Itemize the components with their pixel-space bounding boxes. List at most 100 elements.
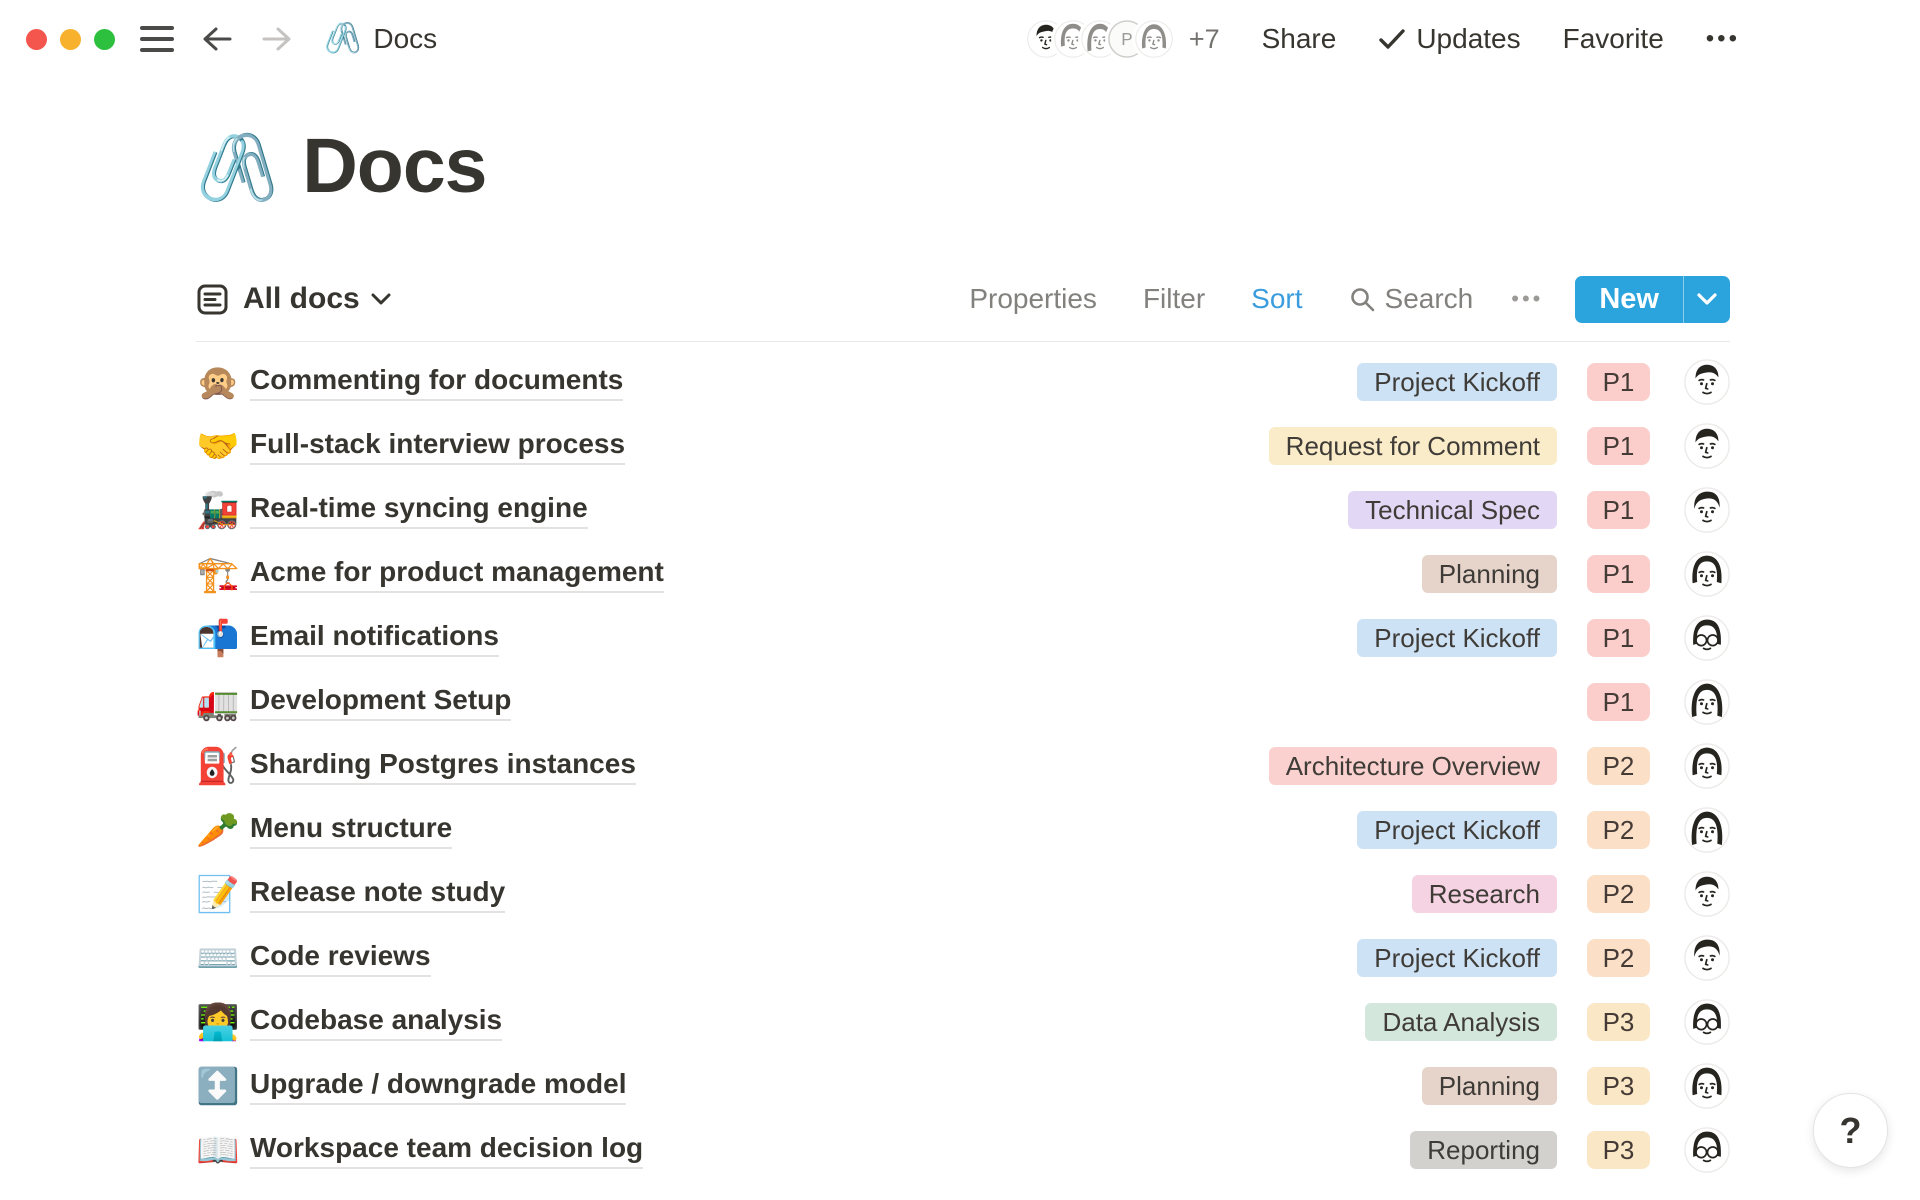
collaborator-avatar[interactable] <box>1135 20 1173 58</box>
doc-type-cell: Planning <box>1422 1067 1557 1105</box>
assignee-avatar[interactable] <box>1684 359 1730 405</box>
search-button[interactable]: Search <box>1349 283 1474 315</box>
priority-badge[interactable]: P1 <box>1587 619 1650 657</box>
doc-type-tag[interactable]: Project Kickoff <box>1357 619 1557 657</box>
doc-title-link[interactable]: Sharding Postgres instances <box>250 748 636 785</box>
table-row[interactable]: 🏗️Acme for product managementPlanningP1 <box>196 542 1730 606</box>
priority-badge[interactable]: P1 <box>1587 491 1650 529</box>
table-row[interactable]: 🤝Full-stack interview processRequest for… <box>196 414 1730 478</box>
doc-emoji-icon: ⌨️ <box>196 941 250 976</box>
checkmark-icon <box>1378 27 1406 51</box>
collaborator-overflow-count[interactable]: +7 <box>1189 24 1220 55</box>
assignee-avatar[interactable] <box>1684 679 1730 725</box>
doc-title-link[interactable]: Full-stack interview process <box>250 428 625 465</box>
table-row[interactable]: 🚛Development Setup P1 <box>196 670 1730 734</box>
collaborator-avatar-stack[interactable]: P <box>1027 20 1173 58</box>
table-row[interactable]: ⌨️Code reviews Project Kickoff P2 <box>196 926 1730 990</box>
assignee-avatar[interactable] <box>1684 615 1730 661</box>
doc-title-link[interactable]: Release note study <box>250 876 505 913</box>
priority-badge[interactable]: P2 <box>1587 747 1650 785</box>
table-row[interactable]: 🥕Menu structure Project Kickoff P2 <box>196 798 1730 862</box>
doc-type-tag[interactable]: Request for Comment <box>1269 427 1557 465</box>
doc-emoji-icon: ⛽ <box>196 749 250 784</box>
assignee-avatar[interactable] <box>1684 807 1730 853</box>
doc-type-tag[interactable]: Reporting <box>1410 1131 1557 1169</box>
doc-type-tag[interactable]: Technical Spec <box>1348 491 1557 529</box>
table-row[interactable]: 🚂Real-time syncing engine Technical Spec P… <box>196 478 1730 542</box>
chevron-down-icon <box>370 292 392 306</box>
updates-button[interactable]: Updates <box>1378 23 1520 55</box>
assignee-avatar[interactable] <box>1684 1127 1730 1173</box>
doc-title-link[interactable]: Code reviews <box>250 940 431 977</box>
assignee-avatar[interactable] <box>1684 423 1730 469</box>
help-button[interactable]: ? <box>1813 1093 1888 1168</box>
priority-badge[interactable]: P2 <box>1587 811 1650 849</box>
priority-badge[interactable]: P1 <box>1587 363 1650 401</box>
toolbar-more-icon[interactable]: ••• <box>1511 286 1543 312</box>
table-row[interactable]: 📖Workspace team decision log Reporting P3 <box>196 1118 1730 1182</box>
doc-type-tag[interactable]: Project Kickoff <box>1357 363 1557 401</box>
window-zoom-button[interactable] <box>94 29 115 50</box>
doc-title-link[interactable]: Workspace team decision log <box>250 1132 643 1169</box>
table-row[interactable]: 📝Release note studyResearchP2 <box>196 862 1730 926</box>
doc-type-tag[interactable]: Planning <box>1422 555 1557 593</box>
sidebar-menu-icon[interactable] <box>140 26 174 52</box>
doc-title-link[interactable]: Acme for product management <box>250 556 664 593</box>
new-button-label[interactable]: New <box>1575 276 1683 323</box>
priority-badge[interactable]: P1 <box>1587 555 1650 593</box>
priority-badge[interactable]: P3 <box>1587 1003 1650 1041</box>
priority-badge[interactable]: P1 <box>1587 427 1650 465</box>
page-paperclip-icon[interactable]: 🖇️ <box>196 134 278 200</box>
table-row[interactable]: ⛽Sharding Postgres instances Architecture… <box>196 734 1730 798</box>
assignee-avatar[interactable] <box>1684 551 1730 597</box>
doc-type-tag[interactable]: Architecture Overview <box>1269 747 1557 785</box>
new-button[interactable]: New <box>1575 276 1730 323</box>
doc-title-link[interactable]: Codebase analysis <box>250 1004 502 1041</box>
priority-badge[interactable]: P2 <box>1587 875 1650 913</box>
doc-title-link[interactable]: Development Setup <box>250 684 511 721</box>
doc-emoji-icon: 🚂 <box>196 493 250 528</box>
sort-button[interactable]: Sort <box>1251 283 1302 315</box>
forward-arrow-icon[interactable] <box>260 24 294 54</box>
doc-title-link[interactable]: Real-time syncing engine <box>250 492 588 529</box>
window-close-button[interactable] <box>26 29 47 50</box>
doc-title-link[interactable]: Commenting for documents <box>250 364 623 401</box>
doc-emoji-icon: 📖 <box>196 1133 250 1168</box>
assignee-avatar[interactable] <box>1684 487 1730 533</box>
assignee-avatar[interactable] <box>1684 999 1730 1045</box>
properties-button[interactable]: Properties <box>969 283 1097 315</box>
table-row[interactable]: 🙊Commenting for documents Project Kickoff… <box>196 350 1730 414</box>
breadcrumb[interactable]: 🖇️ Docs <box>324 23 437 55</box>
back-arrow-icon[interactable] <box>200 24 234 54</box>
doc-type-tag[interactable]: Project Kickoff <box>1357 811 1557 849</box>
table-row[interactable]: ↕️Upgrade / downgrade modelPlanningP3 <box>196 1054 1730 1118</box>
priority-badge[interactable]: P3 <box>1587 1067 1650 1105</box>
window-minimize-button[interactable] <box>60 29 81 50</box>
doc-type-tag[interactable]: Planning <box>1422 1067 1557 1105</box>
more-options-icon[interactable]: ••• <box>1706 25 1740 53</box>
favorite-button[interactable]: Favorite <box>1563 23 1664 55</box>
doc-emoji-icon: 👩‍💻 <box>196 1005 250 1040</box>
doc-emoji-icon: 🚛 <box>196 685 250 720</box>
doc-type-tag[interactable]: Data Analysis <box>1365 1003 1557 1041</box>
doc-title-link[interactable]: Upgrade / downgrade model <box>250 1068 626 1105</box>
priority-badge[interactable]: P1 <box>1587 683 1650 721</box>
table-row[interactable]: 👩‍💻Codebase analysis Data Analysis P3 <box>196 990 1730 1054</box>
doc-title-link[interactable]: Email notifications <box>250 620 499 657</box>
assignee-avatar[interactable] <box>1684 935 1730 981</box>
doc-emoji-icon: 🥕 <box>196 813 250 848</box>
view-selector[interactable]: All docs <box>196 282 392 316</box>
priority-badge[interactable]: P2 <box>1587 939 1650 977</box>
doc-type-tag[interactable]: Project Kickoff <box>1357 939 1557 977</box>
assignee-avatar[interactable] <box>1684 743 1730 789</box>
assignee-avatar[interactable] <box>1684 871 1730 917</box>
doc-emoji-icon: 🙊 <box>196 365 250 400</box>
priority-badge[interactable]: P3 <box>1587 1131 1650 1169</box>
doc-title-link[interactable]: Menu structure <box>250 812 452 849</box>
new-button-chevron-icon[interactable] <box>1684 276 1730 323</box>
assignee-avatar[interactable] <box>1684 1063 1730 1109</box>
table-row[interactable]: 📬Email notificationsProject KickoffP1 <box>196 606 1730 670</box>
doc-type-tag[interactable]: Research <box>1412 875 1557 913</box>
share-button[interactable]: Share <box>1262 23 1337 55</box>
filter-button[interactable]: Filter <box>1143 283 1205 315</box>
